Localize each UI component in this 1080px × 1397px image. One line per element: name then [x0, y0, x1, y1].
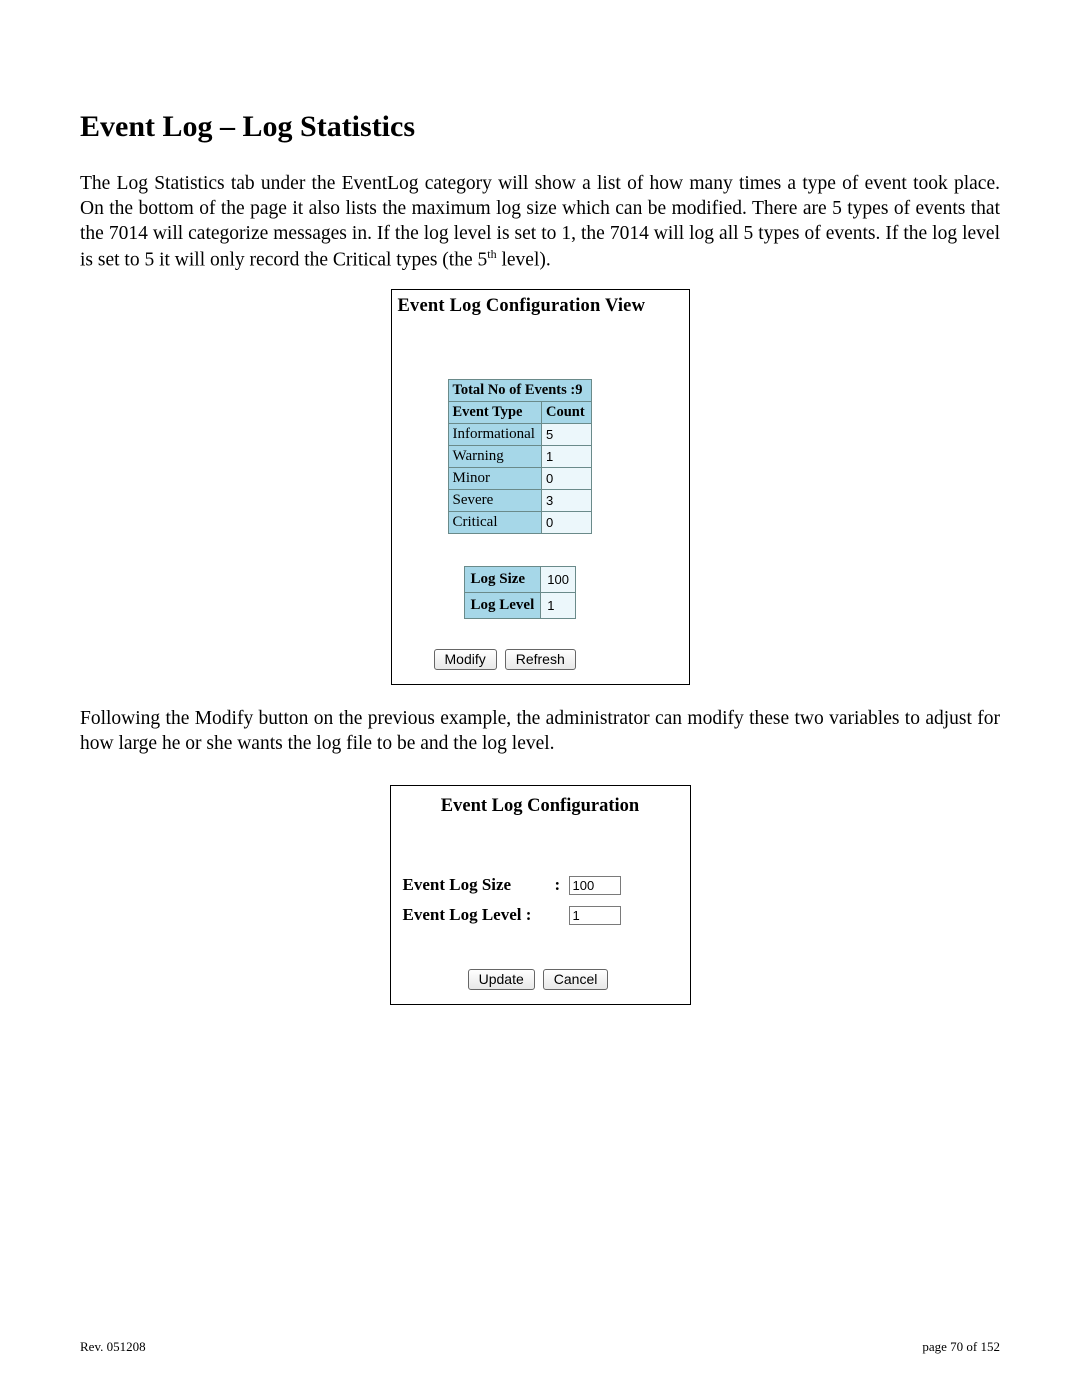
log-level-label: Log Level	[464, 593, 541, 619]
mid-paragraph: Following the Modify button on the previ…	[80, 707, 1000, 757]
ordinal-suffix: th	[487, 247, 496, 261]
log-config-table: Log Size 100 Log Level 1	[464, 566, 576, 619]
footer-rev: Rev. 051208	[80, 1339, 146, 1355]
total-events-header: Total No of Events :9	[448, 380, 591, 402]
event-log-size-label: Event Log Size	[403, 875, 555, 895]
log-size-label: Log Size	[464, 567, 541, 593]
refresh-button[interactable]: Refresh	[505, 649, 576, 670]
event-count-cell: 3	[541, 490, 591, 512]
intro-paragraph-tail: level).	[497, 249, 551, 270]
col-count: Count	[541, 402, 591, 424]
colon: :	[555, 875, 569, 895]
event-type-cell: Warning	[448, 446, 541, 468]
event-log-level-input[interactable]	[569, 906, 621, 925]
event-count-cell: 1	[541, 446, 591, 468]
event-log-size-input[interactable]	[569, 876, 621, 895]
panel1-title: Event Log Configuration View	[398, 296, 683, 317]
page-title: Event Log – Log Statistics	[80, 110, 1000, 144]
table-row: Severe 3	[448, 490, 591, 512]
log-level-value: 1	[541, 593, 576, 619]
modify-button[interactable]: Modify	[434, 649, 497, 670]
table-row: Warning 1	[448, 446, 591, 468]
event-count-cell: 5	[541, 424, 591, 446]
event-log-config-panel: Event Log Configuration Event Log Size :…	[390, 785, 691, 1005]
panel2-title: Event Log Configuration	[403, 796, 678, 817]
event-type-cell: Critical	[448, 512, 541, 534]
event-count-cell: 0	[541, 512, 591, 534]
update-button[interactable]: Update	[468, 969, 535, 990]
table-row: Informational 5	[448, 424, 591, 446]
events-stats-table: Total No of Events :9 Event Type Count I…	[448, 379, 592, 534]
footer-page: page 70 of 152	[922, 1339, 1000, 1355]
event-type-cell: Informational	[448, 424, 541, 446]
cancel-button[interactable]: Cancel	[543, 969, 609, 990]
page-footer: Rev. 051208 page 70 of 152	[80, 1339, 1000, 1355]
event-log-view-panel: Event Log Configuration View Total No of…	[391, 289, 690, 685]
table-row: Critical 0	[448, 512, 591, 534]
event-log-level-row: Event Log Level :	[403, 905, 678, 925]
event-type-cell: Severe	[448, 490, 541, 512]
event-type-cell: Minor	[448, 468, 541, 490]
col-event-type: Event Type	[448, 402, 541, 424]
log-size-value: 100	[541, 567, 576, 593]
event-log-level-label: Event Log Level :	[403, 905, 569, 925]
intro-paragraph: The Log Statistics tab under the EventLo…	[80, 172, 1000, 273]
event-count-cell: 0	[541, 468, 591, 490]
event-log-size-row: Event Log Size :	[403, 875, 678, 895]
table-row: Minor 0	[448, 468, 591, 490]
